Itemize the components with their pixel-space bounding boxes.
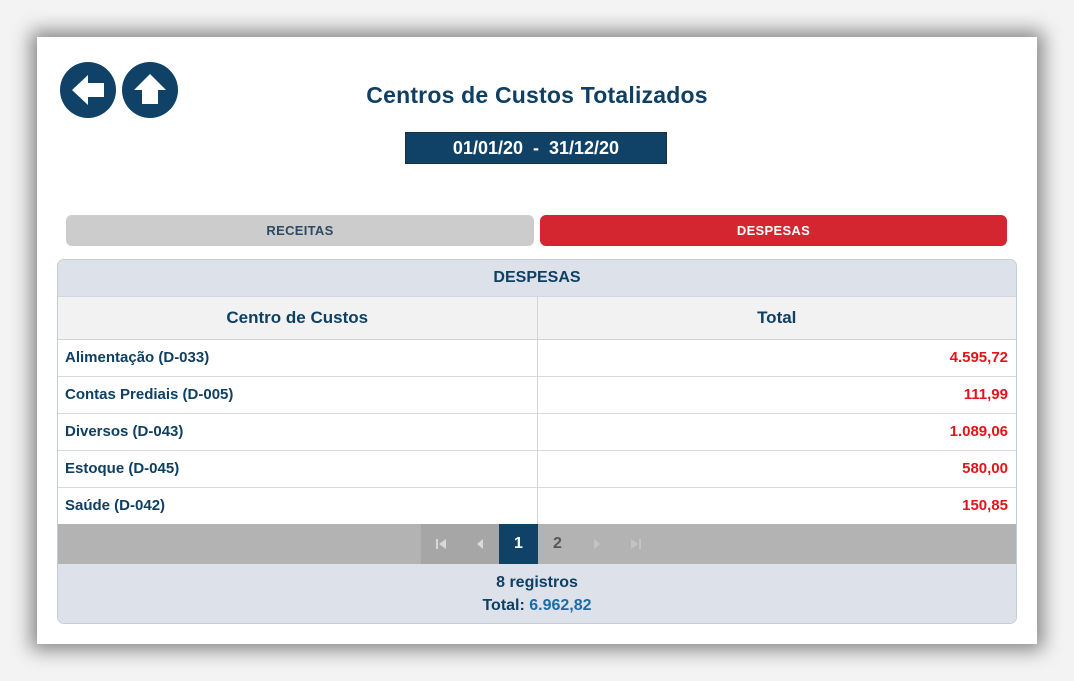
grand-total-value: 6.962,82 [529,597,592,614]
page-title: Centros de Custos Totalizados [366,82,708,108]
grand-total-label: Total: [482,597,525,614]
cost-center-total: 4.595,72 [537,339,1016,377]
pagination: 1 2 [421,524,655,564]
column-header-total[interactable]: Total [537,297,1016,340]
page-2-button[interactable]: 2 [538,524,577,564]
grand-total: Total: 6.962,82 [58,594,1016,617]
next-page-icon [593,539,600,549]
last-page-icon [630,539,641,549]
expenses-panel: DESPESAS Centro de Custos Total Alimenta… [57,259,1017,624]
tab-receitas[interactable]: RECEITAS [66,215,534,246]
cost-center-table: Centro de Custos Total Alimentação (D-03… [58,297,1016,524]
panel-title: DESPESAS [58,260,1016,297]
table-row[interactable]: Alimentação (D-033) 4.595,72 [58,339,1016,377]
pagination-bar: 1 2 [58,524,1016,564]
table-row[interactable]: Diversos (D-043) 1.089,06 [58,413,1016,451]
cost-center-name: Alimentação (D-033) [58,339,538,377]
cost-center-name: Saúde (D-042) [58,487,538,524]
cost-center-name: Contas Prediais (D-005) [58,376,538,414]
column-header-cost-center[interactable]: Centro de Custos [58,297,538,340]
panel-footer: 8 registros Total: 6.962,82 [58,564,1016,623]
previous-page-icon [476,539,483,549]
table-row[interactable]: Saúde (D-042) 150,85 [58,487,1016,524]
cost-center-name: Diversos (D-043) [58,413,538,451]
table-row[interactable]: Contas Prediais (D-005) 111,99 [58,376,1016,414]
tab-despesas[interactable]: DESPESAS [540,215,1007,246]
previous-page-button[interactable] [460,524,499,564]
last-page-button[interactable] [616,524,655,564]
cost-center-total: 150,85 [962,497,1008,515]
cost-center-total: 111,99 [537,376,1016,414]
date-range-badge[interactable]: 01/01/20 - 31/12/20 [405,132,667,164]
cost-center-total: 1.089,06 [537,413,1016,451]
first-page-button[interactable] [421,524,460,564]
cost-center-name: Estoque (D-045) [58,450,538,488]
next-page-button[interactable] [577,524,616,564]
table-row[interactable]: Estoque (D-045) 580,00 [58,450,1016,488]
report-window: Centros de Custos Totalizados 01/01/20 -… [37,37,1037,644]
page-1-button[interactable]: 1 [499,524,538,564]
cost-center-total: 580,00 [537,450,1016,488]
first-page-icon [435,539,446,549]
record-count: 8 registros [496,574,578,591]
